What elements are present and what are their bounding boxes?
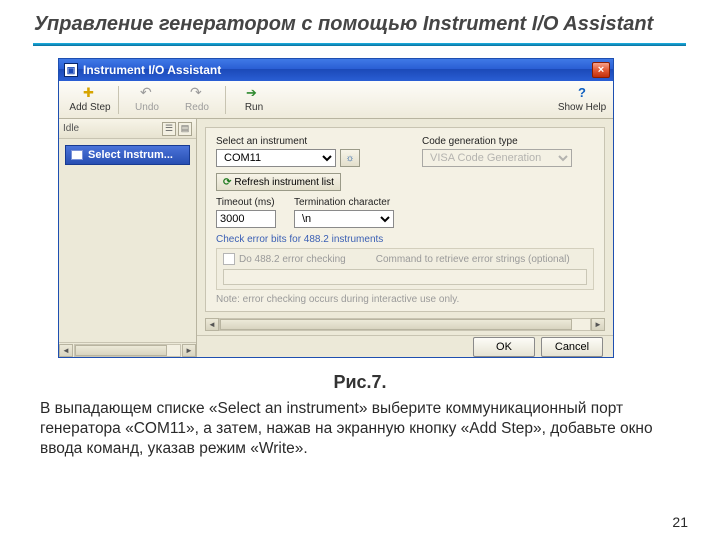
left-scrollbar[interactable]: ◄ ►: [59, 342, 196, 357]
refresh-instrument-list-button[interactable]: ⟳ Refresh instrument list: [216, 173, 341, 191]
error-check-note: Note: error checking occurs during inter…: [216, 294, 594, 305]
do-error-checking-label: Do 488.2 error checking: [239, 254, 346, 265]
tool-icon-2[interactable]: ▤: [178, 122, 192, 136]
title-underline: [33, 43, 686, 46]
command-placeholder-label: Command to retrieve error strings (optio…: [376, 254, 570, 265]
body-text: В выпадающем списке «Select an instrumen…: [40, 399, 680, 458]
instrument-properties-button[interactable]: ☼: [340, 149, 360, 167]
termchar-label: Termination character: [294, 197, 394, 208]
scroll-right-icon[interactable]: ►: [182, 344, 196, 357]
ok-button[interactable]: OK: [473, 337, 535, 357]
toolbar-separator: [118, 86, 119, 114]
add-step-label: Add Step: [69, 102, 110, 113]
page-number: 21: [672, 514, 688, 530]
gear-icon: ☼: [345, 153, 354, 164]
figure-caption: Рис.7.: [34, 372, 686, 393]
termchar-select[interactable]: \n: [294, 210, 394, 228]
run-button[interactable]: Run: [229, 83, 279, 117]
help-icon: [574, 87, 590, 101]
add-step-button[interactable]: Add Step: [65, 83, 115, 117]
select-instrument-dropdown[interactable]: COM11: [216, 149, 336, 167]
config-pane: Code generation type VISA Code Generatio…: [197, 119, 613, 357]
scroll-right-icon[interactable]: ►: [591, 318, 605, 331]
cancel-button[interactable]: Cancel: [541, 337, 603, 357]
timeout-label: Timeout (ms): [216, 197, 276, 208]
run-icon: [246, 87, 262, 101]
error-command-input: [223, 269, 587, 285]
redo-button[interactable]: Redo: [172, 83, 222, 117]
timeout-input[interactable]: [216, 210, 276, 228]
dialog-footer: OK Cancel: [197, 335, 613, 357]
dialog-window: ▣ Instrument I/O Assistant × Add Step Un…: [58, 58, 614, 358]
redo-label: Redo: [185, 102, 209, 113]
show-help-button[interactable]: Show Help: [557, 83, 607, 117]
status-bar: Idle ☰ ▤: [59, 119, 196, 139]
toolbar-separator: [225, 86, 226, 114]
error-check-section-title: Check error bits for 488.2 instruments: [216, 234, 594, 245]
show-help-label: Show Help: [558, 102, 606, 113]
step-list-pane: Idle ☰ ▤ Select Instrum... ◄: [59, 119, 197, 357]
scroll-left-icon[interactable]: ◄: [59, 344, 73, 357]
right-scrollbar[interactable]: ◄ ►: [205, 318, 605, 331]
error-check-subpanel: Do 488.2 error checking Command to retri…: [216, 248, 594, 290]
scroll-left-icon[interactable]: ◄: [205, 318, 219, 331]
refresh-label: Refresh instrument list: [234, 177, 333, 188]
toolbar: Add Step Undo Redo Run: [59, 81, 613, 119]
plus-icon: [82, 87, 98, 101]
run-label: Run: [245, 102, 263, 113]
codegen-group: Code generation type VISA Code Generatio…: [422, 136, 592, 167]
refresh-icon: ⟳: [223, 177, 231, 188]
titlebar: ▣ Instrument I/O Assistant ×: [59, 59, 613, 81]
screenshot: ▣ Instrument I/O Assistant × Add Step Un…: [58, 58, 614, 358]
step-area: Select Instrum...: [59, 139, 196, 342]
step-label: Select Instrum...: [88, 149, 173, 161]
undo-icon: [139, 87, 155, 101]
do-error-checking-checkbox[interactable]: Do 488.2 error checking: [223, 253, 346, 265]
checkbox-box: [223, 253, 235, 265]
redo-icon: [189, 87, 205, 101]
status-text: Idle: [63, 123, 79, 134]
config-panel: Code generation type VISA Code Generatio…: [205, 127, 605, 312]
app-icon: ▣: [64, 63, 78, 77]
undo-label: Undo: [135, 102, 159, 113]
close-button[interactable]: ×: [592, 62, 610, 78]
step-select-instrument[interactable]: Select Instrum...: [65, 145, 190, 165]
codegen-select: VISA Code Generation: [422, 149, 572, 167]
undo-button[interactable]: Undo: [122, 83, 172, 117]
codegen-label: Code generation type: [422, 136, 592, 147]
slide-title: Управление генератором с помощью Instrum…: [34, 12, 686, 37]
step-icon: [71, 150, 83, 160]
tool-icon-1[interactable]: ☰: [162, 122, 176, 136]
window-title: Instrument I/O Assistant: [83, 63, 592, 77]
